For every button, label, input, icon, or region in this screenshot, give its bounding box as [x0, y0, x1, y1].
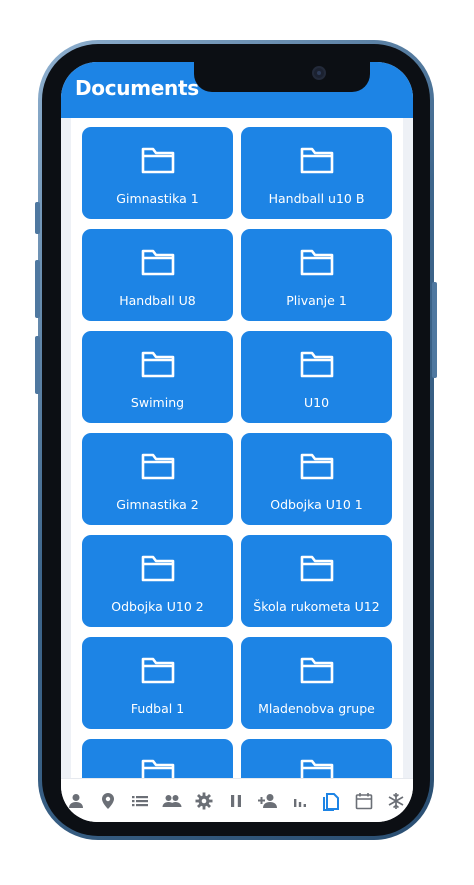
folder-card[interactable]: Plivanje 1 [241, 229, 392, 321]
folder-icon [141, 759, 175, 778]
volume-down-button [35, 336, 40, 394]
folder-icon [141, 453, 175, 480]
folder-icon [141, 147, 175, 174]
folder-card[interactable]: Gimnastika 1 [82, 127, 233, 219]
folder-name: Plivanje 1 [286, 293, 347, 308]
folder-name: Škola rukometa U12 [253, 599, 380, 614]
location-pin-icon[interactable] [97, 790, 119, 812]
gear-icon[interactable] [193, 790, 215, 812]
folder-name: Gimnastika 2 [116, 497, 199, 512]
folder-icon [300, 555, 334, 582]
add-person-icon[interactable] [257, 790, 279, 812]
folder-name: Handball U8 [119, 293, 196, 308]
folder-icon [300, 453, 334, 480]
person-icon[interactable] [65, 790, 87, 812]
camera-icon [312, 66, 326, 80]
folder-card[interactable]: Škola rukometa U12 [241, 535, 392, 627]
snowflake-icon[interactable] [385, 790, 407, 812]
mute-switch [35, 202, 40, 234]
documents-icon[interactable] [321, 790, 343, 812]
folder-name: Odbojka U10 1 [270, 497, 363, 512]
folder-name: Handball u10 B [268, 191, 365, 206]
folder-icon [300, 249, 334, 276]
folder-icon [300, 147, 334, 174]
folder-name: Gimnastika 1 [116, 191, 199, 206]
folder-card[interactable]: Odbojka U10 2 [82, 535, 233, 627]
folder-card[interactable]: Mladenobva grupe [241, 637, 392, 729]
documents-panel[interactable]: Gimnastika 1 Handball u10 B Handball U8 … [71, 118, 403, 778]
folder-card[interactable]: Odbojka U10 1 [241, 433, 392, 525]
pause-icon[interactable] [225, 790, 247, 812]
folder-card[interactable]: Handball U8 [82, 229, 233, 321]
bottom-navigation [61, 778, 413, 822]
folder-icon [141, 555, 175, 582]
folder-card[interactable] [82, 739, 233, 778]
folder-icon [300, 657, 334, 684]
phone-notch [194, 62, 370, 92]
bar-chart-icon[interactable] [289, 790, 311, 812]
folder-name: Fudbal 1 [130, 701, 185, 716]
folder-icon [141, 657, 175, 684]
folder-card[interactable]: Fudbal 1 [82, 637, 233, 729]
folder-name: Odbojka U10 2 [111, 599, 204, 614]
folder-grid: Gimnastika 1 Handball u10 B Handball U8 … [82, 127, 392, 778]
folder-name: Mladenobva grupe [258, 701, 375, 716]
folder-name: Swiming [130, 395, 185, 410]
app-screen: Documents Gimnastika 1 Handball u10 B Ha… [61, 62, 413, 822]
folder-card[interactable]: U10 [241, 331, 392, 423]
folder-icon [141, 351, 175, 378]
calendar-icon[interactable] [353, 790, 375, 812]
power-button [432, 282, 437, 378]
page-title: Documents [75, 76, 199, 100]
folder-card[interactable]: Gimnastika 2 [82, 433, 233, 525]
folder-card[interactable]: Swiming [82, 331, 233, 423]
folder-card[interactable] [241, 739, 392, 778]
folder-icon [300, 351, 334, 378]
people-icon[interactable] [161, 790, 183, 812]
volume-up-button [35, 260, 40, 318]
list-icon[interactable] [129, 790, 151, 812]
folder-card[interactable]: Handball u10 B [241, 127, 392, 219]
folder-icon [300, 759, 334, 778]
folder-icon [141, 249, 175, 276]
folder-name: U10 [303, 395, 330, 410]
